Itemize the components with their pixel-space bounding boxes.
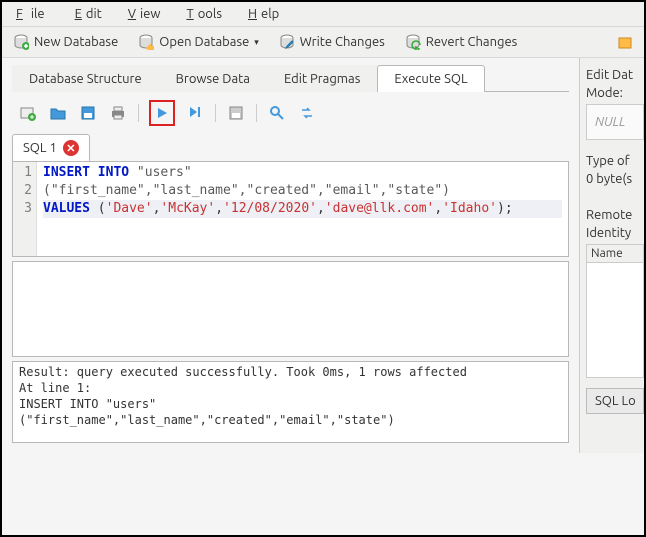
save-result-button[interactable] (226, 103, 246, 123)
dropdown-icon: ▾ (254, 37, 259, 48)
tab-execute-sql[interactable]: Execute SQL (377, 65, 484, 92)
play-icon (155, 106, 169, 120)
open-sql-button[interactable] (18, 103, 38, 123)
sql-editor[interactable]: 123 INSERT INTO "users" ("first_name","l… (13, 162, 568, 256)
edit-cell-panel: Edit Dat Mode: NULL Type of 0 byte(s Rem… (579, 58, 644, 453)
execute-button[interactable] (149, 100, 175, 126)
line-gutter: 123 (13, 162, 37, 256)
replace-icon (299, 105, 315, 121)
replace-button[interactable] (297, 103, 317, 123)
extra-button[interactable] (614, 32, 636, 52)
print-icon (110, 105, 126, 121)
tab-browse[interactable]: Browse Data (159, 65, 267, 92)
new-db-icon (13, 34, 29, 50)
play-step-icon (187, 105, 203, 121)
project-icon (617, 34, 633, 50)
cell-value-box[interactable]: NULL (586, 104, 644, 140)
write-changes-button[interactable]: Write Changes (276, 32, 388, 52)
open-db-icon (138, 34, 154, 50)
open-file-button[interactable] (48, 103, 68, 123)
main-tabs: Database Structure Browse Data Edit Prag… (12, 64, 569, 92)
menubar: File Edit View Tools Help (2, 2, 644, 27)
close-icon[interactable]: ✕ (63, 140, 79, 156)
menu-tools[interactable]: Tools (178, 4, 226, 24)
identity-label: Identity (586, 226, 644, 240)
open-tab-icon (20, 105, 36, 121)
result-grid[interactable] (12, 261, 569, 357)
write-icon (279, 34, 295, 50)
print-button[interactable] (108, 103, 128, 123)
menu-help[interactable]: Help (240, 4, 283, 24)
tab-pragmas[interactable]: Edit Pragmas (267, 65, 377, 92)
remote-label: Remote (586, 208, 644, 222)
menu-file[interactable]: File (8, 4, 53, 24)
identity-table[interactable]: Name (586, 244, 644, 378)
revert-icon (405, 34, 421, 50)
find-button[interactable] (267, 103, 287, 123)
type-label: Type of (586, 154, 644, 168)
new-database-button[interactable]: New Database (10, 32, 121, 52)
code-area[interactable]: INSERT INTO "users" ("first_name","last_… (37, 162, 568, 256)
bytes-label: 0 byte(s (586, 172, 644, 186)
save-icon (80, 105, 96, 121)
identity-table-header: Name (587, 245, 643, 263)
open-database-button[interactable]: Open Database ▾ (135, 32, 262, 52)
sql-toolbar (12, 98, 569, 134)
menu-view[interactable]: View (120, 4, 165, 24)
execute-line-button[interactable] (185, 103, 205, 123)
sql-tab-1[interactable]: SQL 1 ✕ (12, 134, 90, 161)
find-icon (269, 105, 285, 121)
tab-structure[interactable]: Database Structure (12, 65, 159, 92)
save-button[interactable] (78, 103, 98, 123)
edit-data-label: Edit Dat (586, 68, 644, 82)
sql-tab-label: SQL 1 (23, 141, 57, 155)
save-result-icon (228, 105, 244, 121)
folder-icon (50, 105, 66, 121)
menu-edit[interactable]: Edit (67, 4, 106, 24)
message-log[interactable]: Result: query executed successfully. Too… (12, 361, 569, 443)
main-toolbar: New Database Open Database ▾ Write Chang… (2, 27, 644, 58)
sql-log-button[interactable]: SQL Lo (586, 388, 644, 414)
mode-label: Mode: (586, 86, 644, 100)
revert-changes-button[interactable]: Revert Changes (402, 32, 521, 52)
